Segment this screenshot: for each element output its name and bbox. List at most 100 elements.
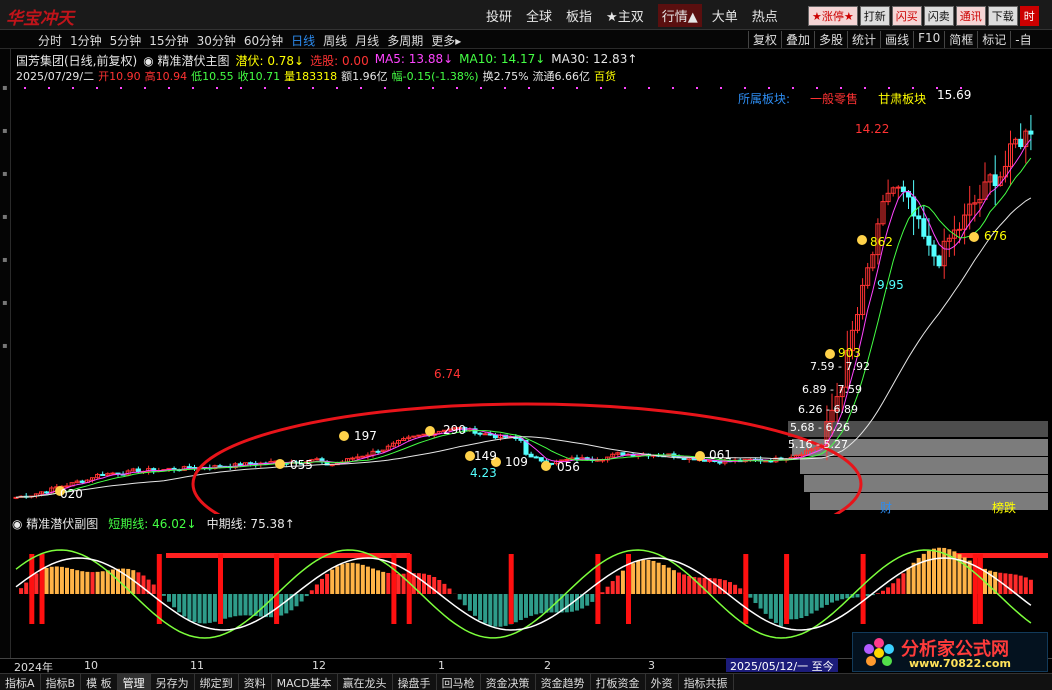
tab-macd[interactable]: MACD基本 <box>272 674 338 690</box>
period-60min[interactable]: 60分钟 <box>244 32 283 49</box>
tab-indicator-a[interactable]: 指标A <box>0 674 41 690</box>
sub-histogram-bar <box>656 562 661 594</box>
tab-resonance[interactable]: 指标共振 <box>679 674 734 690</box>
tab-leader[interactable]: 赢在龙头 <box>338 674 393 690</box>
pink-marker-dot <box>120 87 122 89</box>
tag-cai[interactable]: 财 <box>880 499 892 516</box>
candle-body <box>1028 130 1034 135</box>
ipo-button[interactable]: 打新 <box>859 6 890 26</box>
sub-histogram-bar <box>187 594 192 620</box>
tool-overlay[interactable]: 叠加 <box>781 31 814 48</box>
money-bag-icon <box>339 431 349 441</box>
sector-retail[interactable]: 一般零售 <box>810 90 858 107</box>
nav-banzhi[interactable]: 板指 <box>566 6 592 25</box>
main-kline-chart[interactable] <box>12 84 1048 514</box>
price-label-high: 15.69 <box>937 88 972 102</box>
time-button[interactable]: 时 <box>1019 6 1039 26</box>
pink-marker-dot <box>864 87 866 89</box>
sub-histogram-bar <box>355 563 360 594</box>
sub-histogram-bar <box>95 571 100 594</box>
ma10-value: MA10: 14.17↓ <box>459 52 546 66</box>
period-weekly[interactable]: 周线 <box>323 32 347 49</box>
period-more[interactable]: 更多▸ <box>431 32 461 49</box>
nav-dadan[interactable]: 大单 <box>712 6 738 25</box>
tool-fuquan[interactable]: 复权 <box>748 31 781 48</box>
side-tab-icon[interactable]: ▪ <box>0 83 10 92</box>
sub-histogram-bar <box>299 594 304 602</box>
period-multi[interactable]: 多周期 <box>387 32 423 49</box>
tab-bind-to[interactable]: 绑定到 <box>195 674 239 690</box>
period-daily[interactable]: 日线 <box>291 32 315 49</box>
period-fenshi[interactable]: 分时 <box>38 32 62 49</box>
tab-info[interactable]: 资料 <box>239 674 272 690</box>
side-tab-icon[interactable]: ▪ <box>0 126 10 135</box>
sub-histogram-bar <box>110 569 115 594</box>
comm-button[interactable]: 通讯 <box>955 6 986 26</box>
sub-histogram-bar <box>600 592 605 594</box>
nav-zhushuang[interactable]: ★主双 <box>606 6 644 25</box>
signal-061: 061 <box>709 448 732 462</box>
tab-trader[interactable]: 操盘手 <box>393 674 437 690</box>
quote-info-bar: 2025/07/29/二 开10.90 高10.94 低10.55 收10.71… <box>16 68 620 84</box>
period-30min[interactable]: 30分钟 <box>197 32 236 49</box>
tab-template[interactable]: 模 板 <box>81 674 118 690</box>
tab-foreign[interactable]: 外资 <box>646 674 679 690</box>
sub-histogram-bar <box>1028 579 1033 594</box>
period-toolbar: 分时 1分钟 5分钟 15分钟 30分钟 60分钟 日线 周线 月线 多周期 更… <box>0 30 1052 49</box>
left-side-strip[interactable]: ▪ ▪ ▪ ▪ ▪ ▪ ▪ <box>0 49 11 659</box>
sub-histogram-bar <box>233 594 238 617</box>
side-tab-icon[interactable]: ▪ <box>0 255 10 264</box>
signal-056: 056 <box>557 460 580 474</box>
tab-fund-decision[interactable]: 资金决策 <box>481 674 536 690</box>
sector-gansu[interactable]: 甘肃板块 <box>878 90 926 107</box>
tab-limit-fund[interactable]: 打板资金 <box>591 674 646 690</box>
nav-quanqiu[interactable]: 全球 <box>526 6 552 25</box>
period-15min[interactable]: 15分钟 <box>149 32 188 49</box>
tool-simple-frame[interactable]: 简框 <box>944 31 977 48</box>
nav-redian[interactable]: 热点 <box>752 6 778 25</box>
side-tab-icon[interactable]: ▪ <box>0 169 10 178</box>
tool-draw[interactable]: 画线 <box>880 31 913 48</box>
tab-fund-trend[interactable]: 资金趋势 <box>536 674 591 690</box>
pink-marker-dot <box>768 87 770 89</box>
tool-auto[interactable]: -自 <box>1010 31 1035 48</box>
pink-marker-dot <box>528 87 530 89</box>
pink-marker-dot <box>96 87 98 89</box>
stock-title[interactable]: 国芳集团(日线,前复权) <box>16 52 137 69</box>
money-bag-icon <box>695 451 705 461</box>
sub-histogram-bar <box>962 557 967 594</box>
signal-055: 055 <box>290 458 313 472</box>
main-indicator-name[interactable]: ◉ 精准潜伏主图 <box>143 52 229 69</box>
tab-huimaqiang[interactable]: 回马枪 <box>437 674 481 690</box>
download-button[interactable]: 下载 <box>987 6 1018 26</box>
candle-body <box>895 186 901 189</box>
tool-f10[interactable]: F10 <box>913 31 944 48</box>
sub-histogram-bar <box>855 594 860 598</box>
tool-multistock[interactable]: 多股 <box>814 31 847 48</box>
tool-stats[interactable]: 统计 <box>847 31 880 48</box>
period-5min[interactable]: 5分钟 <box>110 32 142 49</box>
sub-histogram-bar <box>24 582 29 594</box>
limit-up-button[interactable]: ★涨停★ <box>808 6 858 26</box>
tab-save-as[interactable]: 另存为 <box>151 674 195 690</box>
period-1min[interactable]: 1分钟 <box>70 32 102 49</box>
period-monthly[interactable]: 月线 <box>355 32 379 49</box>
sub-histogram-bar <box>748 594 753 598</box>
tab-manage[interactable]: 管理 <box>117 674 151 690</box>
sub-histogram-bar <box>809 594 814 614</box>
nav-hangqing[interactable]: 行情▲ <box>657 3 702 27</box>
quick-buy-button[interactable]: 闪买 <box>891 6 922 26</box>
side-tab-icon[interactable]: ▪ <box>0 212 10 221</box>
candle-body <box>44 491 50 494</box>
pink-marker-dot <box>72 87 74 89</box>
sub-histogram-bar <box>314 584 319 594</box>
side-tab-icon[interactable]: ▪ <box>0 298 10 307</box>
quote-sector[interactable]: 百货 <box>594 68 616 84</box>
top-nav: 投研 全球 板指 ★主双 行情▲ 大单 热点 <box>486 0 792 30</box>
tab-indicator-b[interactable]: 指标B <box>41 674 82 690</box>
tag-bangdie[interactable]: 榜跌 <box>992 499 1016 516</box>
nav-touyan[interactable]: 投研 <box>486 6 512 25</box>
tool-mark[interactable]: 标记 <box>977 31 1010 48</box>
quick-sell-button[interactable]: 闪卖 <box>923 6 954 26</box>
side-tab-icon[interactable]: ▪ <box>0 341 10 350</box>
